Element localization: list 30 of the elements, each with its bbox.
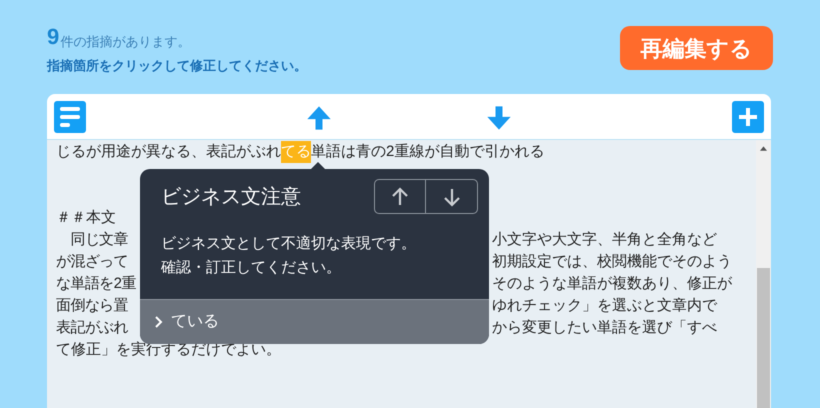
down-arrow-icon (442, 186, 462, 206)
editor-text: ＃＃本文 (56, 209, 116, 226)
add-button[interactable] (732, 100, 764, 132)
up-arrow-icon (390, 186, 410, 206)
suggestion-row[interactable]: ている (140, 299, 489, 344)
popup-title: ビジネス文注意 (161, 184, 301, 210)
instruction-text: 指摘箇所をクリックして修正してください。 (47, 57, 307, 75)
editor-text: ゆれチェック」を選ぶと文章内で (492, 296, 717, 316)
scrollbar[interactable] (756, 140, 771, 408)
highlighted-word[interactable]: てる (281, 141, 311, 163)
plus-icon (738, 106, 758, 126)
editor-text: 単語は青の2重線が自動で引かれる (311, 142, 544, 162)
editor-text: 面倒なら置 (56, 297, 128, 314)
editor-text: じるが用途が異なる、表記がぶれ (56, 142, 281, 162)
editor-text: から変更したい単語を選び「すべ (492, 318, 717, 338)
popup-message: ビジネス文として不適切な表現です。 (161, 234, 417, 254)
editor-text: 小文字や大文字、半角と全角など (492, 230, 717, 250)
editor-text: そのような単語が複数あり、修正が (492, 274, 732, 294)
editor-text: 初期設定では、校閲機能でそのよう (492, 252, 732, 272)
editor-text: な単語を2重 (56, 275, 136, 292)
popup-message: 確認・訂正してください。 (161, 258, 342, 278)
menu-button[interactable] (54, 100, 86, 132)
scroll-up-icon (760, 146, 767, 151)
editor-text: 表記がぶれ (56, 319, 128, 336)
editor-text: 同じ文章 (69, 231, 128, 248)
editor-text: が混ざって (56, 253, 128, 270)
issue-count: 9 (47, 26, 60, 48)
reedit-button[interactable]: 再編集する (620, 26, 773, 70)
chevron-right-icon (155, 316, 163, 328)
issue-count-label: 件の指摘があります。 (60, 35, 190, 48)
